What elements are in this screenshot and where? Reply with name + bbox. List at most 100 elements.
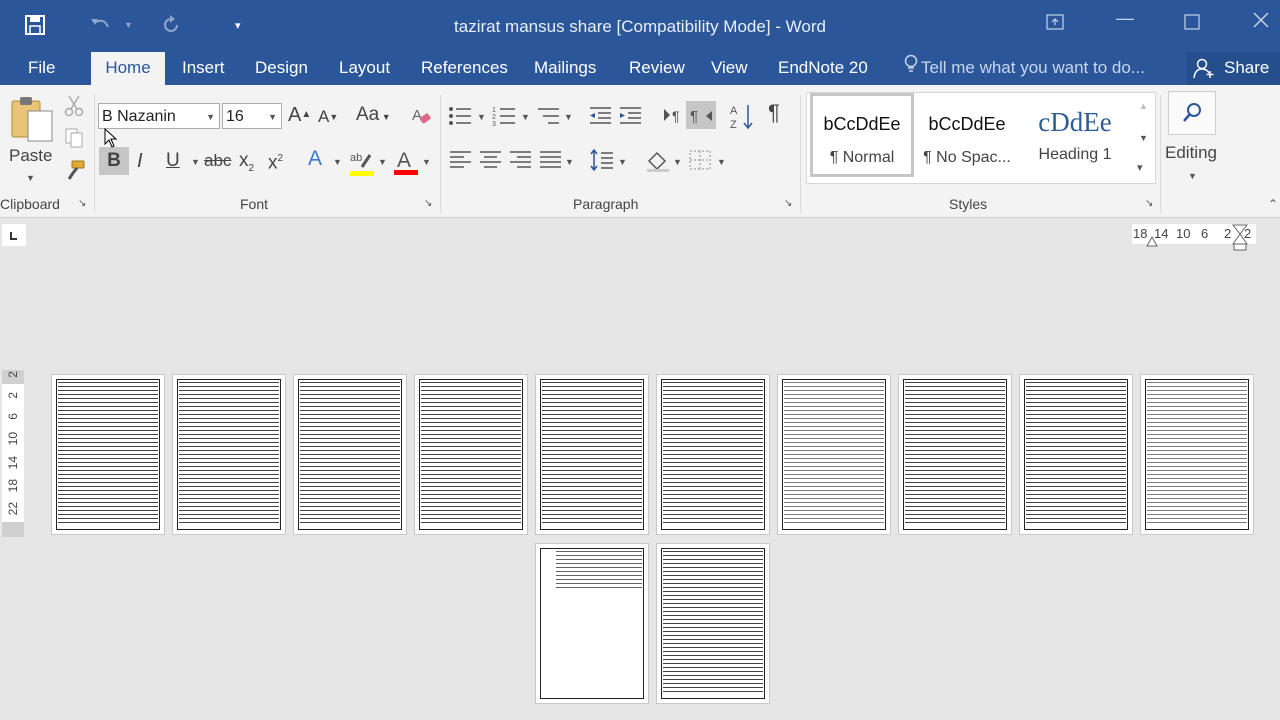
paste-dropdown-icon[interactable]: ▼ — [26, 173, 35, 183]
document-page[interactable] — [657, 375, 769, 534]
document-page[interactable] — [536, 375, 648, 534]
document-page[interactable] — [173, 375, 285, 534]
editing-button[interactable] — [1168, 91, 1216, 135]
window-title: tazirat mansus share [Compatibility Mode… — [454, 17, 826, 36]
editing-label[interactable]: Editing — [1165, 143, 1217, 163]
tab-home[interactable]: Home — [91, 52, 165, 85]
document-page[interactable] — [536, 544, 648, 703]
superscript-button[interactable]: x2 — [268, 149, 283, 173]
line-spacing-dropdown-icon[interactable]: ▼ — [618, 157, 627, 167]
underline-dropdown-icon[interactable]: ▼ — [191, 157, 200, 167]
style-no-spacing[interactable]: bCcDdEe ¶ No Spac... — [914, 93, 1020, 177]
share-button[interactable]: Share — [1187, 52, 1280, 85]
italic-button[interactable]: I — [137, 151, 143, 171]
paste-icon[interactable] — [10, 93, 56, 148]
numbering-dropdown-icon[interactable]: ▼ — [521, 112, 530, 122]
highlight-dropdown-icon[interactable]: ▼ — [378, 157, 387, 167]
left-indent-marker-icon[interactable] — [1146, 234, 1158, 252]
styles-scroll-up-icon[interactable]: ▲ — [1139, 101, 1148, 111]
align-left-icon[interactable] — [448, 149, 472, 176]
font-launcher-icon[interactable]: ↘ — [424, 198, 432, 209]
tab-design[interactable]: Design — [255, 52, 308, 85]
close-icon[interactable] — [1253, 12, 1269, 33]
document-page[interactable] — [657, 544, 769, 703]
increase-indent-icon[interactable] — [618, 105, 642, 132]
borders-dropdown-icon[interactable]: ▼ — [717, 157, 726, 167]
maximize-icon[interactable] — [1184, 14, 1200, 35]
style-heading-1[interactable]: cDdEe Heading 1 — [1022, 93, 1128, 177]
document-page[interactable] — [1141, 375, 1253, 534]
tab-references[interactable]: References — [421, 52, 508, 85]
format-painter-icon[interactable] — [64, 159, 86, 186]
tab-layout[interactable]: Layout — [339, 52, 390, 85]
ribbon-home: Paste ▼ Clipboard ↘ B Nazanin ▼ 16 ▼ A▲ … — [0, 85, 1280, 218]
numbering-icon[interactable]: 123 — [492, 105, 516, 132]
decrease-indent-icon[interactable] — [588, 105, 612, 132]
ltr-direction-icon[interactable]: ¶ — [660, 105, 684, 132]
ribbon-tabs: File Home Insert Design Layout Reference… — [0, 52, 1280, 85]
font-name-combo[interactable]: B Nazanin ▼ — [98, 103, 220, 129]
text-effects-dropdown-icon[interactable]: ▼ — [333, 157, 342, 167]
paragraph-launcher-icon[interactable]: ↘ — [784, 198, 792, 209]
shading-icon[interactable] — [645, 149, 669, 178]
tab-view[interactable]: View — [711, 52, 748, 85]
font-color-icon[interactable]: A — [394, 147, 418, 182]
shading-dropdown-icon[interactable]: ▼ — [673, 157, 682, 167]
tab-insert[interactable]: Insert — [182, 52, 225, 85]
multilevel-list-icon[interactable] — [536, 105, 560, 132]
tell-me-search[interactable]: Tell me what you want to do... — [903, 52, 1145, 85]
highlight-icon[interactable]: ab — [350, 149, 374, 182]
vertical-ruler[interactable]: 2 2 6 10 14 18 22 — [2, 370, 24, 537]
borders-icon[interactable] — [688, 149, 712, 176]
line-spacing-icon[interactable] — [590, 148, 614, 176]
grow-font-icon[interactable]: A▲ — [288, 105, 311, 125]
document-page[interactable] — [294, 375, 406, 534]
paste-label[interactable]: Paste — [9, 146, 52, 166]
sort-icon[interactable]: AZ — [730, 103, 754, 136]
styles-more-icon[interactable]: ▾ — [1137, 161, 1143, 174]
document-page[interactable] — [778, 375, 890, 534]
copy-icon[interactable] — [64, 127, 84, 154]
underline-button[interactable]: U — [166, 151, 180, 171]
cut-icon[interactable] — [64, 95, 84, 122]
show-formatting-marks-icon[interactable]: ¶ — [768, 102, 780, 124]
document-page[interactable] — [52, 375, 164, 534]
font-color-dropdown-icon[interactable]: ▼ — [422, 157, 431, 167]
rtl-direction-button[interactable]: ¶ — [686, 101, 716, 129]
horizontal-ruler[interactable]: 18 14 10 6 2 2 — [1132, 224, 1256, 251]
right-indent-marker-icon[interactable] — [1231, 224, 1249, 257]
tab-selector-icon[interactable] — [2, 224, 26, 246]
editing-dropdown-icon[interactable]: ▼ — [1188, 171, 1197, 181]
clear-formatting-icon[interactable]: A — [410, 105, 432, 132]
justify-icon[interactable] — [538, 149, 562, 176]
style-normal[interactable]: bCcDdEe ¶ Normal — [810, 93, 914, 177]
align-right-icon[interactable] — [508, 149, 532, 176]
tab-file[interactable]: File — [28, 52, 55, 85]
document-page[interactable] — [899, 375, 1011, 534]
subscript-button[interactable]: x2 — [239, 151, 254, 179]
justify-dropdown-icon[interactable]: ▼ — [565, 157, 574, 167]
bullets-dropdown-icon[interactable]: ▼ — [477, 112, 486, 122]
multilevel-dropdown-icon[interactable]: ▼ — [564, 112, 573, 122]
change-case-icon[interactable]: Aa ▼ — [356, 105, 391, 127]
minimize-icon[interactable]: — — [1116, 8, 1134, 29]
tab-review[interactable]: Review — [629, 52, 685, 85]
ribbon-display-options-icon[interactable] — [1046, 14, 1064, 35]
styles-launcher-icon[interactable]: ↘ — [1145, 198, 1153, 209]
font-size-dropdown-icon[interactable]: ▼ — [268, 104, 277, 130]
tab-mailings[interactable]: Mailings — [534, 52, 596, 85]
text-effects-icon[interactable]: A — [308, 148, 322, 169]
collapse-ribbon-icon[interactable]: ⌃ — [1268, 197, 1278, 211]
styles-scroll-down-icon[interactable]: ▼ — [1139, 133, 1148, 143]
document-page[interactable] — [1020, 375, 1132, 534]
shrink-font-icon[interactable]: A▼ — [318, 107, 338, 127]
font-size-combo[interactable]: 16 ▼ — [222, 103, 282, 129]
align-center-icon[interactable] — [478, 149, 502, 176]
font-name-dropdown-icon[interactable]: ▼ — [206, 104, 215, 130]
strikethrough-button[interactable]: abc — [204, 151, 231, 171]
clipboard-launcher-icon[interactable]: ↘ — [78, 198, 86, 209]
bullets-icon[interactable] — [448, 105, 472, 132]
document-page[interactable] — [415, 375, 527, 534]
separator — [1160, 95, 1161, 213]
tab-endnote[interactable]: EndNote 20 — [778, 52, 868, 85]
